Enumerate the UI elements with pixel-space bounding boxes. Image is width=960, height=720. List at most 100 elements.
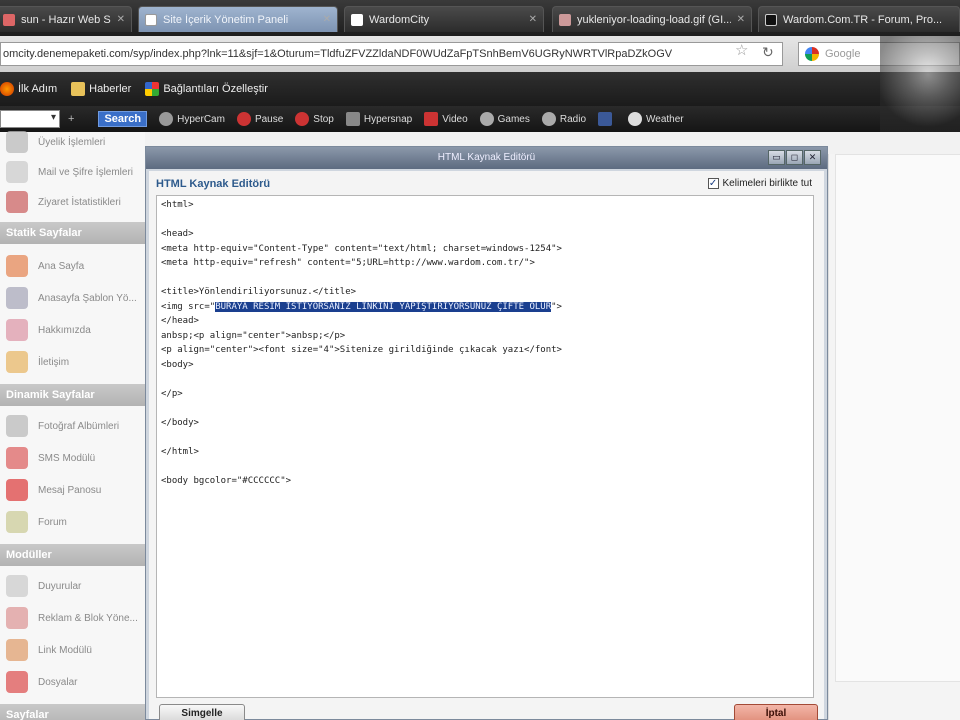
info-icon [6,319,28,341]
toolbar-stop[interactable]: Stop [295,112,334,126]
close-icon[interactable]: ✕ [529,14,537,25]
word-wrap-label: Kelimeleri birlikte tut [722,178,812,189]
search-input[interactable]: Google [798,42,960,66]
toolbar-hypersnap[interactable]: Hypersnap [345,112,412,126]
sidebar-item-dosyalar[interactable]: Dosyalar [0,666,145,698]
tab-5[interactable]: Wardom.Com.TR - Forum, Pro... [758,6,960,32]
close-icon[interactable]: ✕ [117,14,125,25]
forum-icon [6,511,28,533]
tab-label: yukleniyor-loading-load.gif (GI... [577,13,731,26]
toolbar-pause[interactable]: Pause [236,112,283,126]
forum-icon [765,13,777,26]
search-placeholder: Google [825,48,861,60]
pen-icon [6,351,28,373]
bookmark-baglantilar[interactable]: Bağlantıları Özelleştir [145,82,268,96]
minimize-button[interactable]: ▭ [768,150,785,165]
ad-icon [6,607,28,629]
snapshot-icon [345,112,360,126]
close-button[interactable]: ✕ [804,150,821,165]
sidebar-item-label: Mesaj Panosu [38,484,102,496]
pause-icon [236,112,251,126]
sidebar-item-label: Forum [38,516,67,528]
tab-label: WardomCity [369,13,430,26]
address-bar[interactable]: omcity.denemepaketi.com/syp/index.php?ln… [0,42,783,66]
page-icon [145,13,157,26]
stop-icon [295,112,310,126]
sidebar-item-mail[interactable]: Mail ve Şifre İşlemleri [0,156,145,188]
toolbar-label: HyperCam [177,113,225,125]
sidebar-item-label: Duyurular [38,580,82,592]
toolbar-label: Weather [646,113,684,125]
dialog-titlebar[interactable]: HTML Kaynak Editörü [146,147,827,169]
sidebar-item-label: İletişim [38,356,70,368]
toolbar-facebook[interactable] [598,112,616,126]
sidebar-item-sablon[interactable]: Anasayfa Şablon Yö... [0,282,145,314]
sidebar-item-sms[interactable]: SMS Modülü [0,442,145,474]
minimize-text-button[interactable]: Simgelle [159,704,245,720]
sidebar-header-statik: Statik Sayfalar [0,222,145,244]
sidebar-item-fotograf[interactable]: Fotoğraf Albümleri [0,410,145,442]
speaker-icon [6,575,28,597]
bookmark-label: Bağlantıları Özelleştir [163,83,268,95]
cancel-button[interactable]: İptal [734,704,818,720]
sidebar-item-duyurular[interactable]: Duyurular [0,570,145,602]
bookmark-haberler[interactable]: Haberler [71,82,131,96]
toolbar-hypercam[interactable]: HyperCam [159,112,225,126]
close-icon[interactable]: ✕ [737,14,745,25]
toolbar-video[interactable]: Video [424,112,468,126]
html-code-textarea[interactable]: <html> <head> <meta http-equiv="Content-… [156,195,814,698]
sidebar-item-label: Mail ve Şifre İşlemleri [38,166,134,178]
link-icon [6,639,28,661]
firefox-icon [0,82,14,96]
sidebar: Üyelik İşlemleri Mail ve Şifre İşlemleri… [0,131,145,720]
sidebar-item-label: Ziyaret İstatistikleri [38,196,121,208]
sidebar-item-uyelik[interactable]: Üyelik İşlemleri [0,126,145,158]
page-icon [351,13,363,26]
tab-label: sun - Hazır Web Sitesi,... [21,13,111,26]
sidebar-item-iletisim[interactable]: İletişim [0,346,145,378]
sidebar-item-hakkimizda[interactable]: Hakkımızda [0,314,145,346]
sidebar-item-reklam[interactable]: Reklam & Blok Yöne... [0,602,145,634]
sidebar-item-label: Fotoğraf Albümleri [38,420,120,432]
tab-strip: sun - Hazır Web Sitesi,... ✕ Site İçerik… [0,0,960,36]
toolbar-radio[interactable]: Radio [541,112,586,126]
sidebar-header-dinamik: Dinamik Sayfalar [0,384,145,406]
sidebar-item-mesaj[interactable]: Mesaj Panosu [0,474,145,506]
chart-icon [6,191,28,213]
word-wrap-option[interactable]: ✓ Kelimeleri birlikte tut [707,178,812,189]
close-icon[interactable]: ✕ [323,14,331,25]
tab-1[interactable]: sun - Hazır Web Sitesi,... ✕ [0,6,132,32]
toolbar-games[interactable]: Games [479,112,530,126]
toolbar-weather[interactable]: Weather [628,112,684,126]
star-icon[interactable]: ☆ [735,41,748,59]
sidebar-item-label: SMS Modülü [38,452,96,464]
sidebar-item-forum[interactable]: Forum [0,506,145,538]
toolbar-add-icon[interactable]: + [68,113,74,125]
radio-icon [541,112,556,126]
restore-button[interactable]: ◻ [786,150,803,165]
google-icon [805,47,819,61]
bookmark-label: İlk Adım [18,83,58,95]
sidebar-item-anasayfa[interactable]: Ana Sayfa [0,250,145,282]
reload-icon[interactable]: ↻ [762,44,774,61]
gamepad-icon [479,112,494,126]
word-wrap-checkbox[interactable]: ✓ [707,178,719,189]
video-icon [424,112,439,126]
selected-code: BURAYA RESİM İSTİYORSANIZ LİNKİNİ YAPIŞT… [215,301,552,312]
toolbar-search-button[interactable]: Search [98,111,148,127]
tab-label: Wardom.Com.TR - Forum, Pro... [783,13,943,26]
sidebar-item-label: Hakkımızda [38,324,91,336]
sidebar-item-label: Link Modülü [38,644,92,656]
sidebar-item-ziyaret[interactable]: Ziyaret İstatistikleri [0,186,145,218]
bookmark-ilk-adim[interactable]: İlk Adım [0,82,57,96]
mail-icon [6,161,28,183]
toolbar-label: Stop [313,113,334,125]
tab-3[interactable]: WardomCity ✕ [344,6,544,32]
image-icon [559,13,571,26]
tab-4[interactable]: yukleniyor-loading-load.gif (GI... ✕ [552,6,752,32]
code-before-selection: <html> <head> <meta http-equiv="Content-… [161,200,562,312]
right-panel-box [835,154,960,682]
tab-2[interactable]: Site İçerik Yönetim Paneli ✕ [138,6,338,32]
sms-icon [6,447,28,469]
sidebar-item-link[interactable]: Link Modülü [0,634,145,666]
